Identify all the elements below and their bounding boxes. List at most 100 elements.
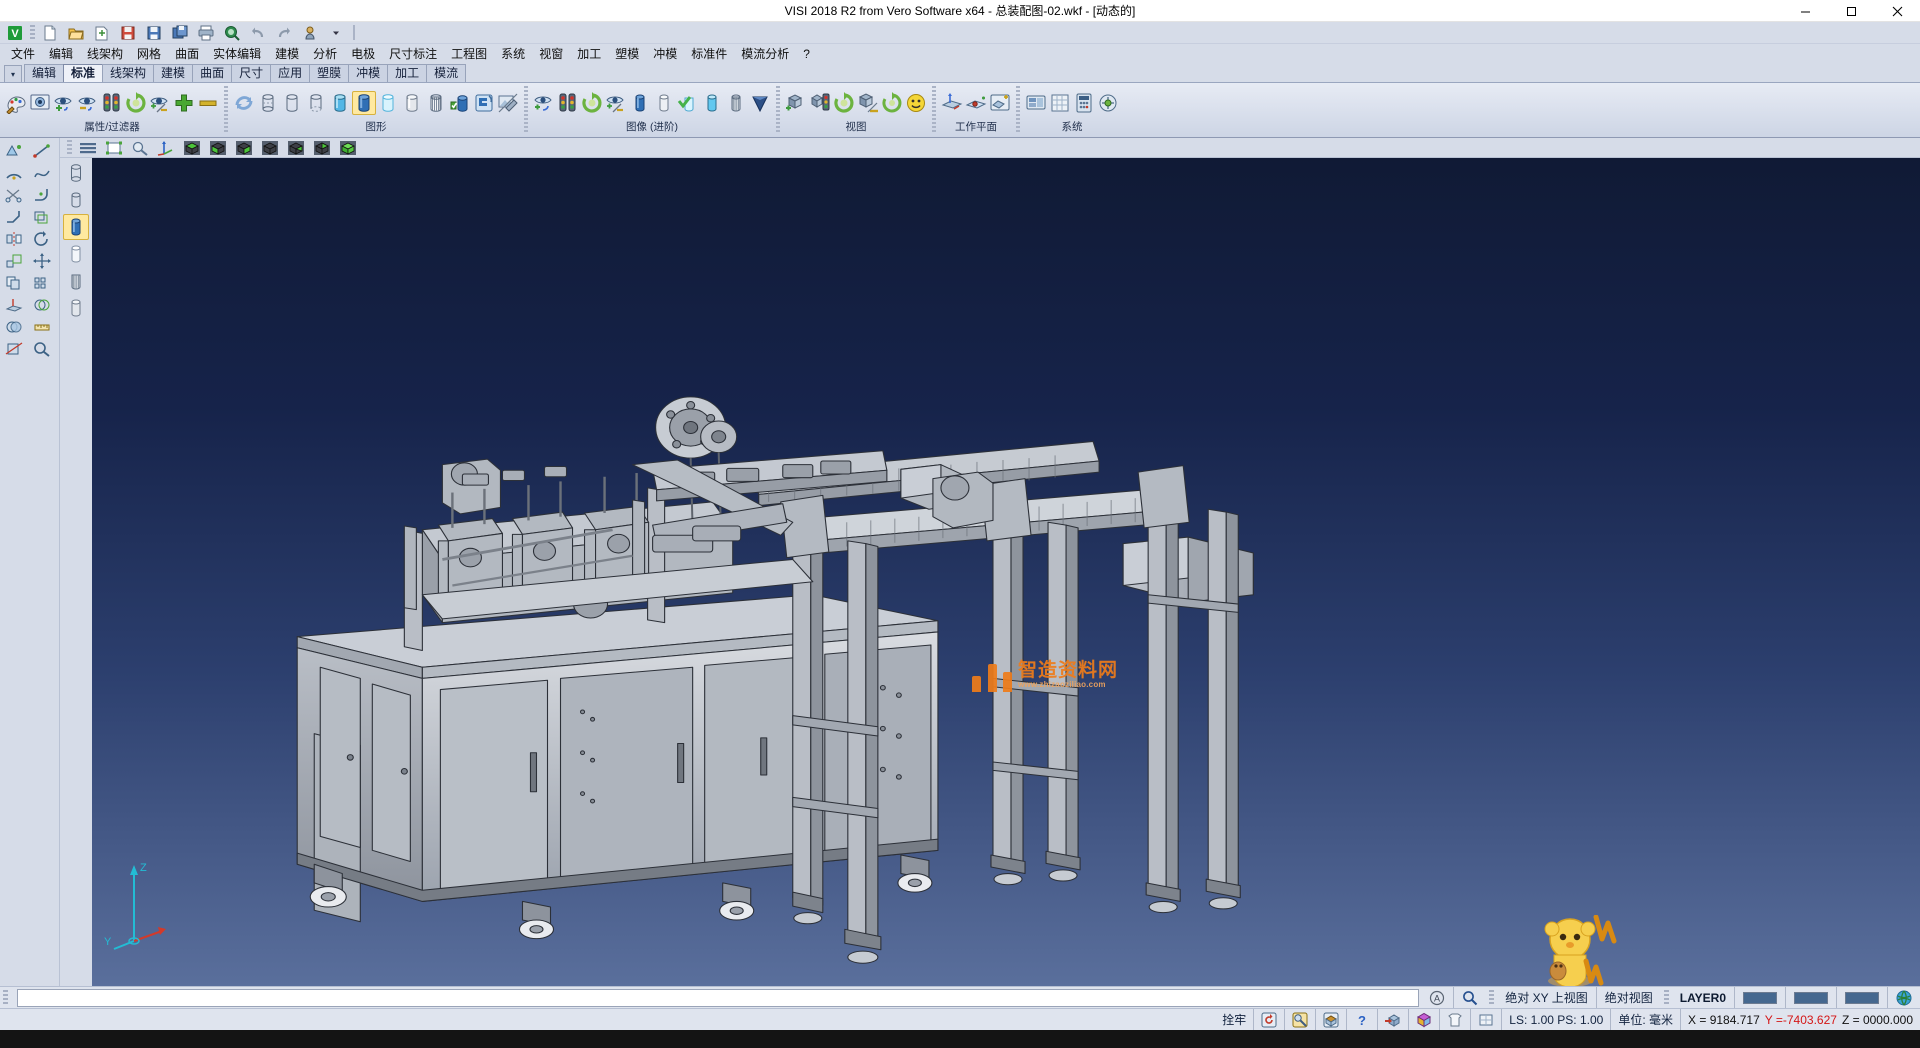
- system-calc-icon[interactable]: [1072, 91, 1096, 115]
- color-swatch-3[interactable]: [1836, 987, 1887, 1008]
- snap-label[interactable]: 拴牢: [1215, 1009, 1253, 1030]
- snap-help-icon[interactable]: ?: [1346, 1009, 1377, 1030]
- menu-item-surface[interactable]: 曲面: [168, 44, 206, 64]
- zoom-all-icon[interactable]: [808, 91, 832, 115]
- shade-flat-icon[interactable]: [400, 91, 424, 115]
- advanced-toggle-icon[interactable]: [604, 91, 628, 115]
- tab-edit[interactable]: 编辑: [24, 64, 64, 82]
- tool-offset-icon[interactable]: [28, 206, 56, 228]
- mesh-display-icon[interactable]: [424, 91, 448, 115]
- qat-overflow-icon[interactable]: [324, 21, 348, 45]
- toggle-visibility-icon[interactable]: [148, 91, 172, 115]
- list-view-icon[interactable]: [75, 138, 101, 157]
- view-reference-label[interactable]: 绝对视图: [1596, 987, 1661, 1008]
- tab-application[interactable]: 应用: [270, 64, 310, 82]
- tab-dimension[interactable]: 尺寸: [231, 64, 271, 82]
- side-tool-section-icon[interactable]: [63, 295, 89, 321]
- transparency-icon[interactable]: [700, 91, 724, 115]
- menu-item-window[interactable]: 视窗: [532, 44, 570, 64]
- zoom-window-icon[interactable]: [784, 91, 808, 115]
- add-to-set-icon[interactable]: [172, 91, 196, 115]
- tool-move-icon[interactable]: [28, 250, 56, 272]
- view-shaded-icon[interactable]: [335, 138, 361, 157]
- tab-surface[interactable]: 曲面: [192, 64, 232, 82]
- layer-grip[interactable]: [1664, 990, 1669, 1006]
- tool-chamfer-icon[interactable]: [0, 206, 28, 228]
- menu-item-machining[interactable]: 加工: [570, 44, 608, 64]
- tool-analysis-icon[interactable]: [28, 338, 56, 360]
- hide-entity-icon[interactable]: [76, 91, 100, 115]
- import-file-icon[interactable]: [90, 21, 114, 45]
- view-iso3-icon[interactable]: [309, 138, 335, 157]
- system-config-icon[interactable]: [1024, 91, 1048, 115]
- workplane-origin-icon[interactable]: [964, 91, 988, 115]
- snap-plane-icon[interactable]: [1470, 1009, 1501, 1030]
- tab-progressive[interactable]: 冲模: [348, 64, 388, 82]
- clip-plane-icon[interactable]: [652, 91, 676, 115]
- remove-from-set-icon[interactable]: [196, 91, 220, 115]
- tab-standard[interactable]: 标准: [63, 64, 103, 82]
- advanced-filter-icon[interactable]: [556, 91, 580, 115]
- workplane-manager-icon[interactable]: [988, 91, 1012, 115]
- menu-item-file[interactable]: 文件: [4, 44, 42, 64]
- hidden-dashed-icon[interactable]: [304, 91, 328, 115]
- menu-item-analysis[interactable]: 分析: [306, 44, 344, 64]
- fit-window-icon[interactable]: [101, 138, 127, 157]
- rotate-view-icon[interactable]: [880, 91, 904, 115]
- dynamic-shade-icon[interactable]: [472, 91, 496, 115]
- view-front-icon[interactable]: [205, 138, 231, 157]
- smiley-render-icon[interactable]: [904, 91, 928, 115]
- snap-cube-icon[interactable]: [1408, 1009, 1439, 1030]
- snap-box-icon[interactable]: [1315, 1009, 1346, 1030]
- tab-wireframe[interactable]: 线架构: [102, 64, 154, 82]
- save-icon[interactable]: [116, 21, 140, 45]
- advanced-refresh-icon[interactable]: [580, 91, 604, 115]
- view-mode-grip[interactable]: [1489, 990, 1494, 1006]
- menu-item-moulding[interactable]: 塑模: [608, 44, 646, 64]
- tool-boolean-icon[interactable]: [0, 316, 28, 338]
- print-icon[interactable]: [194, 21, 218, 45]
- ruler-icon[interactable]: [856, 91, 880, 115]
- shade-solid-icon[interactable]: [352, 91, 376, 115]
- globe-icon-box[interactable]: [1887, 987, 1920, 1008]
- new-file-icon[interactable]: [38, 21, 62, 45]
- tool-array-icon[interactable]: [28, 272, 56, 294]
- menu-item-standard-parts[interactable]: 标准件: [684, 44, 734, 64]
- undo-icon[interactable]: [246, 21, 270, 45]
- tool-mirror-icon[interactable]: [0, 228, 28, 250]
- tool-measure-icon[interactable]: [28, 316, 56, 338]
- toolbar-grip[interactable]: [67, 140, 72, 156]
- entity-filter-icon[interactable]: [100, 91, 124, 115]
- app-logo-icon[interactable]: V: [3, 21, 27, 45]
- workplane-define-icon[interactable]: [940, 91, 964, 115]
- magnifier-icon[interactable]: [127, 138, 153, 157]
- view-iso2-icon[interactable]: [283, 138, 309, 157]
- menu-item-modeling[interactable]: 建模: [268, 44, 306, 64]
- preview-icon[interactable]: [220, 21, 244, 45]
- menu-item-system[interactable]: 系统: [494, 44, 532, 64]
- prompt-bar-grip[interactable]: [3, 990, 8, 1006]
- save-all-icon[interactable]: [168, 21, 192, 45]
- advanced-show-icon[interactable]: [532, 91, 556, 115]
- shade-transparent-icon[interactable]: [328, 91, 352, 115]
- menu-item-wireframe[interactable]: 线架构: [80, 44, 130, 64]
- axes-icon[interactable]: [153, 138, 179, 157]
- tool-arc-icon[interactable]: [0, 162, 28, 184]
- tool-scale-icon[interactable]: [0, 250, 28, 272]
- tool-fillet-icon[interactable]: [28, 184, 56, 206]
- view-iso1-icon[interactable]: [257, 138, 283, 157]
- display-settings-icon[interactable]: [496, 91, 520, 115]
- close-button[interactable]: [1874, 0, 1920, 22]
- maximize-button[interactable]: [1828, 0, 1874, 22]
- xray-icon[interactable]: [724, 91, 748, 115]
- side-tool-ghost-icon[interactable]: [63, 241, 89, 267]
- side-tool-mesh-icon[interactable]: [63, 268, 89, 294]
- macro-icon[interactable]: [298, 21, 322, 45]
- annotation-icon-box[interactable]: A: [1421, 987, 1453, 1008]
- layer-manager-icon[interactable]: [28, 91, 52, 115]
- tab-modeling[interactable]: 建模: [153, 64, 193, 82]
- shade-ghost-icon[interactable]: [376, 91, 400, 115]
- wireframe-icon[interactable]: [256, 91, 280, 115]
- tool-section-icon[interactable]: [0, 338, 28, 360]
- view-mode-label[interactable]: 绝对 XY 上视图: [1497, 987, 1595, 1008]
